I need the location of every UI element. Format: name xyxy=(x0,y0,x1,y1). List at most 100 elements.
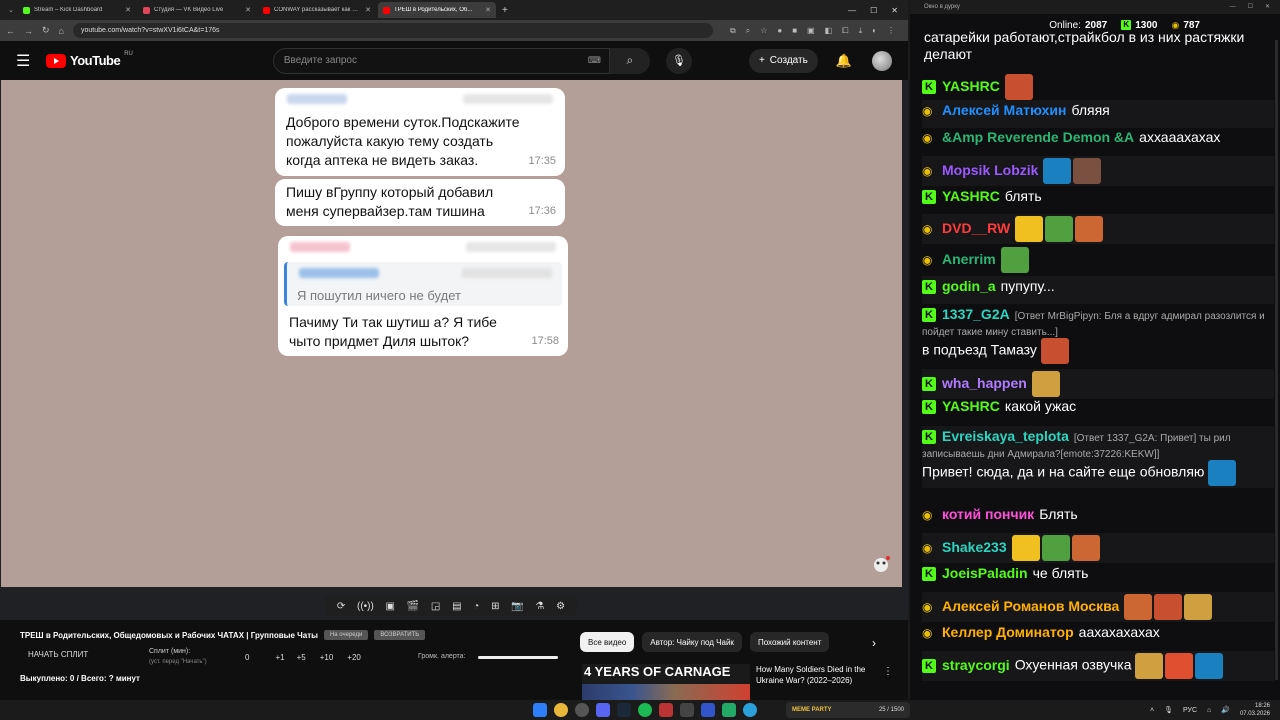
star-icon[interactable]: ☆ xyxy=(760,26,767,36)
chip-author[interactable]: Автор: Чайку под Чайк xyxy=(642,632,742,652)
chat-nick[interactable]: JoeisPaladin xyxy=(942,565,1028,581)
pip-icon[interactable]: ◲ xyxy=(431,601,440,612)
create-button[interactable]: + Создать xyxy=(748,48,818,73)
chip-all-videos[interactable]: Все видео xyxy=(580,632,635,652)
chat-nick[interactable]: Shake233 xyxy=(942,539,1007,555)
split-value-button[interactable]: +10 xyxy=(320,653,334,662)
browser-tab-1[interactable]: Stream – Kick Dashboard ✕ xyxy=(18,2,136,18)
start-split-button[interactable]: НАЧАТЬ СПЛИТ xyxy=(28,650,88,659)
app-icon[interactable] xyxy=(659,703,673,717)
chat-nick[interactable]: Алексей Матюхин xyxy=(942,102,1066,118)
app-icon[interactable] xyxy=(722,703,736,717)
extension-icon[interactable]: ◧ xyxy=(825,26,833,36)
menu-dots-icon[interactable]: ⋮ xyxy=(887,26,895,36)
split-value-button[interactable]: 0 xyxy=(245,653,249,662)
chevron-right-icon[interactable]: › xyxy=(872,636,876,650)
home-icon[interactable]: ⌂ xyxy=(59,26,64,36)
network-icon[interactable]: ⌂ xyxy=(1207,707,1211,714)
volume-icon[interactable]: 🔊 xyxy=(1221,706,1230,714)
minimize-icon[interactable]: — xyxy=(1230,0,1236,14)
steam-icon[interactable] xyxy=(617,703,631,717)
obs-icon[interactable] xyxy=(575,703,589,717)
clock[interactable]: 18:26 07.03.2026 xyxy=(1240,702,1270,718)
theater-icon[interactable]: ▤ xyxy=(452,601,461,612)
chat-nick[interactable]: котий пончик xyxy=(942,506,1034,522)
install-icon[interactable]: ⧉ xyxy=(730,26,736,36)
extension-icon[interactable]: ▣ xyxy=(807,26,815,36)
chat-nick[interactable]: DVD__RW xyxy=(942,220,1010,236)
chip-related[interactable]: Похожий контент xyxy=(749,632,830,652)
back-icon[interactable]: ← xyxy=(6,26,15,36)
chat-nick[interactable]: Алексей Романов Москва xyxy=(942,598,1119,614)
tab-search-icon[interactable]: ⌄ xyxy=(4,6,18,14)
windows-start-icon[interactable] xyxy=(533,703,547,717)
split-value-button[interactable]: +20 xyxy=(347,653,361,662)
chat-nick[interactable]: &Amp Reverende Demon &A xyxy=(942,129,1134,145)
chat-nick[interactable]: Anerrim xyxy=(942,251,996,267)
close-tab-icon[interactable]: ✕ xyxy=(125,6,131,14)
spotify-icon[interactable] xyxy=(638,703,652,717)
maximize-icon[interactable]: ☐ xyxy=(870,6,877,15)
minimize-icon[interactable]: — xyxy=(848,6,856,15)
maximize-icon[interactable]: ☐ xyxy=(1248,0,1253,14)
chat-nick[interactable]: Mopsik Lobzik xyxy=(942,162,1038,178)
profile-icon[interactable]: ◐ xyxy=(872,26,877,36)
discord-icon[interactable] xyxy=(596,703,610,717)
browser-tab-4-active[interactable]: ТРЕШ в Родительских, Об... ✕ xyxy=(378,2,496,18)
close-tab-icon[interactable]: ✕ xyxy=(485,6,491,14)
extension-icon[interactable]: ● xyxy=(777,26,782,36)
new-tab-icon[interactable]: + xyxy=(502,5,508,16)
recommendation-title[interactable]: How Many Soldiers Died in the Ukraine Wa… xyxy=(756,664,881,686)
forward-icon[interactable]: → xyxy=(24,26,33,36)
chat-nick[interactable]: Келлер Доминатор xyxy=(942,624,1074,640)
youtube-logo[interactable]: YouTube RU xyxy=(46,51,133,68)
close-tab-icon[interactable]: ✕ xyxy=(365,6,371,14)
chat-nick[interactable]: YASHRC xyxy=(942,398,1000,414)
hamburger-menu-icon[interactable]: ☰ xyxy=(16,51,46,71)
avatar[interactable] xyxy=(872,50,892,71)
voice-search-button[interactable]: 🎙 xyxy=(665,47,692,74)
loop-icon[interactable]: ⟳ xyxy=(337,601,345,612)
player-icon[interactable] xyxy=(701,703,715,717)
recommendation-thumbnail[interactable]: 4 YEARS OF CARNAGE xyxy=(582,664,750,700)
language-indicator[interactable]: РУС xyxy=(1183,707,1197,714)
chat-nick[interactable]: straycorgi xyxy=(942,657,1010,673)
reload-icon[interactable]: ↻ xyxy=(42,25,50,36)
split-value-button[interactable]: +5 xyxy=(297,653,306,662)
more-options-icon[interactable]: ⋮ xyxy=(883,666,893,677)
chrome-icon[interactable] xyxy=(554,703,568,717)
chat-nick[interactable]: YASHRC xyxy=(942,78,1000,94)
add-icon[interactable]: ⊞ xyxy=(491,601,499,612)
chat-nick[interactable]: godin_a xyxy=(942,278,996,294)
notifications-bell-icon[interactable]: 🔔 xyxy=(836,53,852,69)
speed-icon[interactable]: ◔ xyxy=(473,601,479,612)
close-window-icon[interactable]: ✕ xyxy=(1265,0,1270,14)
split-value-button[interactable]: +1 xyxy=(275,653,284,662)
extension-icon[interactable]: ■ xyxy=(792,26,797,36)
chat-nick[interactable]: 1337_G2A xyxy=(942,306,1010,322)
mic-icon[interactable]: 🎙 xyxy=(1164,706,1173,714)
camera-icon[interactable]: 📷 xyxy=(511,601,523,612)
close-tab-icon[interactable]: ✕ xyxy=(245,6,251,14)
queue-chip[interactable]: На очереди xyxy=(323,630,369,640)
app-icon[interactable] xyxy=(680,703,694,717)
return-chip[interactable]: ВОЗВРАТИТЬ xyxy=(374,630,426,640)
volume-slider[interactable] xyxy=(478,656,558,659)
search-input[interactable]: Введите запрос ⌨ xyxy=(272,47,610,74)
chat-nick[interactable]: wha_happen xyxy=(942,375,1027,391)
url-field[interactable]: youtube.com/watch?v=stwXV1i6tCA&t=176s xyxy=(72,23,713,38)
video-player[interactable]: Доброго времени суток.Подскажите пожалуй… xyxy=(1,80,902,587)
close-window-icon[interactable]: ✕ xyxy=(891,6,898,15)
screen-settings-icon[interactable]: ▣ xyxy=(386,601,395,612)
chat-nick[interactable]: YASHRC xyxy=(942,188,1000,204)
search-button[interactable]: ⌕ xyxy=(609,47,650,74)
keyboard-icon[interactable]: ⌨ xyxy=(588,55,601,66)
gear-icon[interactable]: ⚙ xyxy=(556,601,565,612)
chat-nick[interactable]: Evreiskaya_teplota xyxy=(942,428,1069,444)
puzzle-icon[interactable]: ⧠ xyxy=(842,26,848,36)
chat-scrollbar[interactable] xyxy=(1275,40,1278,680)
browser-tab-2[interactable]: Студия — VK Видео Live ✕ xyxy=(138,2,256,18)
clapper-icon[interactable]: 🎬 xyxy=(407,601,419,612)
telegram-icon[interactable] xyxy=(743,703,757,717)
flask-icon[interactable]: ⚗ xyxy=(535,601,544,612)
